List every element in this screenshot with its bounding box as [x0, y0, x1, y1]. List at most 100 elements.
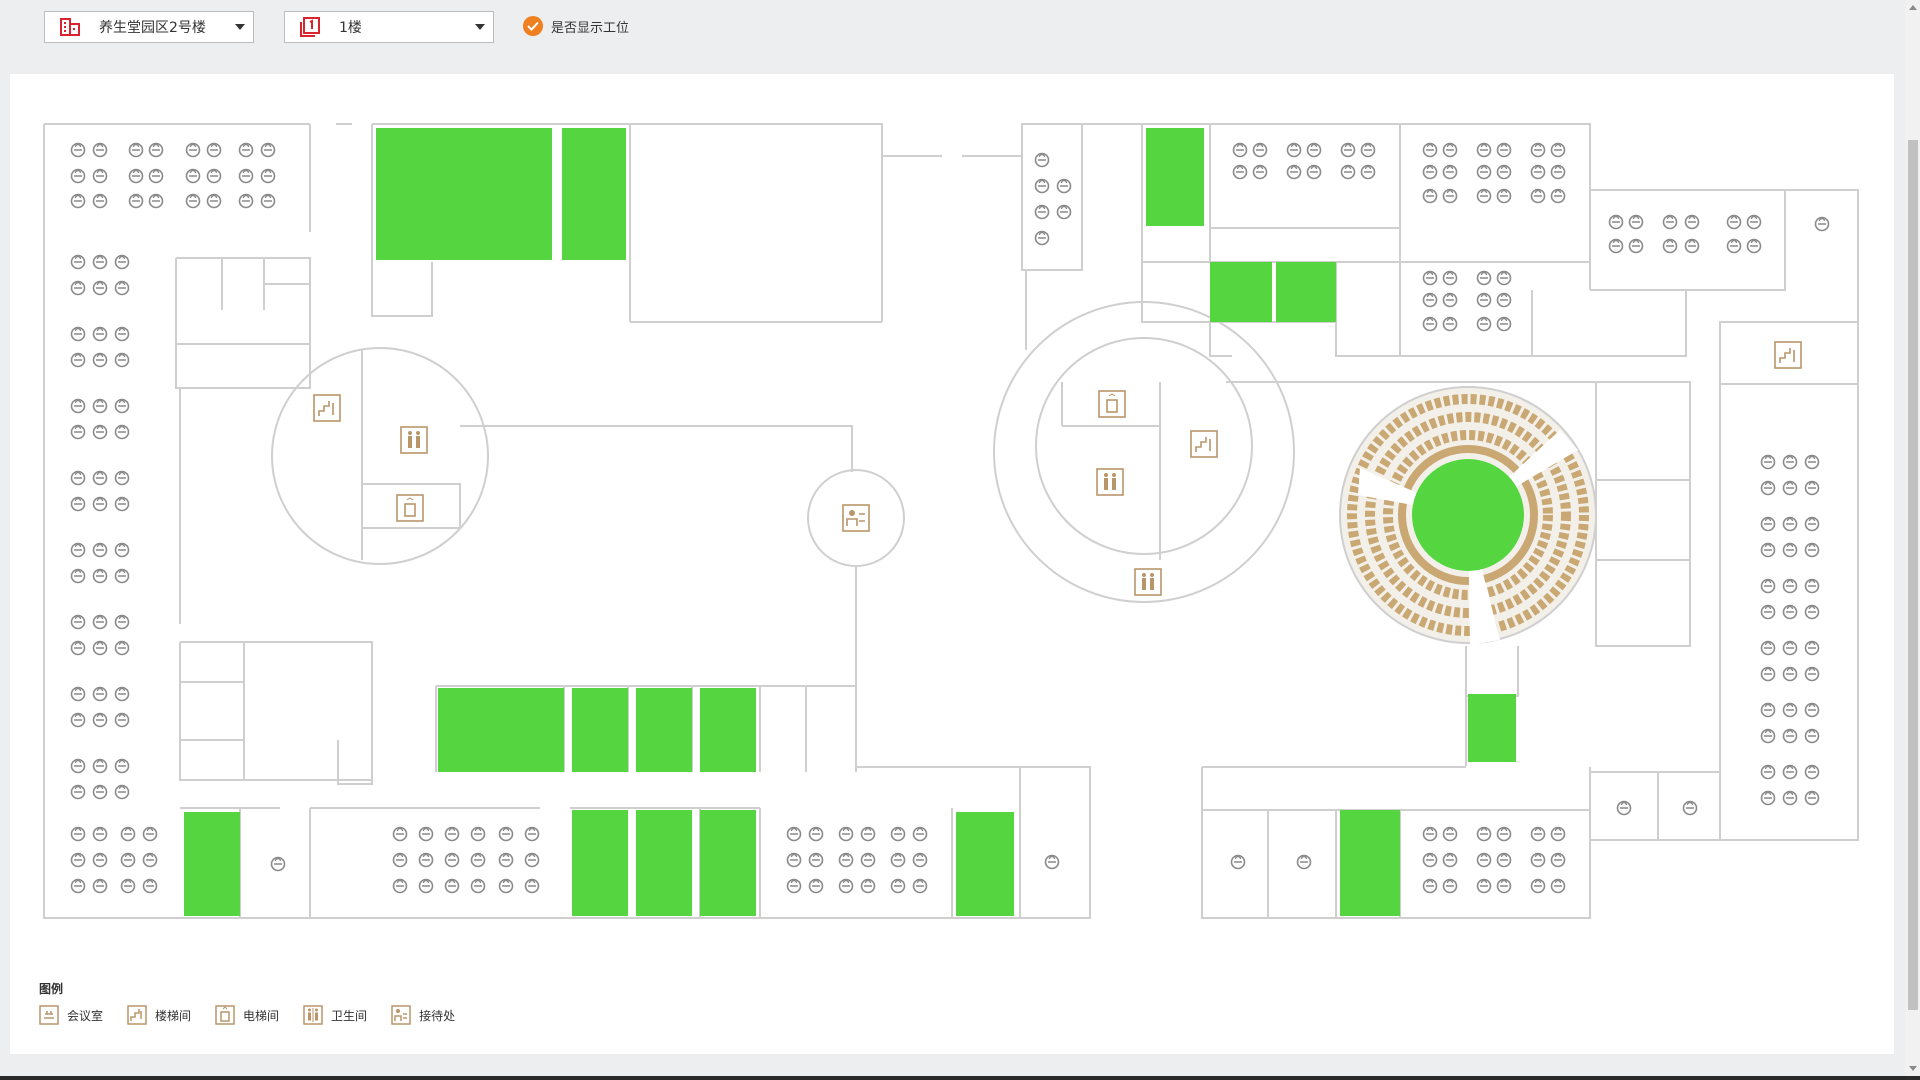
- meeting-room[interactable]: [184, 812, 240, 916]
- workstation-seat[interactable]: [238, 142, 254, 158]
- workstation-seat[interactable]: [92, 496, 108, 512]
- workstation-seat[interactable]: [1442, 270, 1458, 286]
- workstation-seat[interactable]: [524, 852, 540, 868]
- workstation-seat[interactable]: [1804, 728, 1820, 744]
- workstation-seat[interactable]: [838, 826, 854, 842]
- workstation-seat[interactable]: [1550, 188, 1566, 204]
- workstation-seat[interactable]: [92, 398, 108, 414]
- workstation-seat[interactable]: [1804, 790, 1820, 806]
- workstation-seat[interactable]: [92, 712, 108, 728]
- workstation-seat[interactable]: [1422, 852, 1438, 868]
- workstation-seat[interactable]: [114, 758, 130, 774]
- workstation-seat[interactable]: [498, 852, 514, 868]
- workstation-seat[interactable]: [1628, 214, 1644, 230]
- workstation-seat[interactable]: [860, 826, 876, 842]
- workstation-seat[interactable]: [1496, 316, 1512, 332]
- meeting-room[interactable]: [1468, 694, 1516, 762]
- workstation-seat[interactable]: [92, 640, 108, 656]
- workstation-seat[interactable]: [1550, 826, 1566, 842]
- workstation-seat[interactable]: [70, 424, 86, 440]
- workstation-seat[interactable]: [70, 826, 86, 842]
- workstation-seat[interactable]: [1476, 316, 1492, 332]
- workstation-seat[interactable]: [1608, 214, 1624, 230]
- workstation-seat[interactable]: [470, 852, 486, 868]
- workstation-seat[interactable]: [120, 852, 136, 868]
- workstation-seat[interactable]: [1360, 164, 1376, 180]
- stairs-icon[interactable]: [313, 394, 341, 422]
- workstation-seat[interactable]: [1034, 178, 1050, 194]
- scroll-down-icon[interactable]: [1909, 1066, 1917, 1071]
- workstation-seat[interactable]: [1760, 728, 1776, 744]
- workstation-seat[interactable]: [1422, 270, 1438, 286]
- workstation-seat[interactable]: [1760, 578, 1776, 594]
- workstation-seat[interactable]: [206, 142, 222, 158]
- workstation-seat[interactable]: [92, 470, 108, 486]
- workstation-seat[interactable]: [128, 142, 144, 158]
- workstation-seat[interactable]: [1782, 702, 1798, 718]
- workstation-seat[interactable]: [128, 193, 144, 209]
- workstation-seat[interactable]: [1530, 852, 1546, 868]
- workstation-seat[interactable]: [912, 826, 928, 842]
- workstation-seat[interactable]: [1782, 728, 1798, 744]
- meeting-room[interactable]: [562, 128, 626, 260]
- workstation-seat[interactable]: [1286, 142, 1302, 158]
- workstation-seat[interactable]: [120, 878, 136, 894]
- workstation-seat[interactable]: [1782, 480, 1798, 496]
- workstation-seat[interactable]: [392, 852, 408, 868]
- workstation-seat[interactable]: [70, 168, 86, 184]
- workstation-seat[interactable]: [1056, 178, 1072, 194]
- workstation-seat[interactable]: [1422, 292, 1438, 308]
- workstation-seat[interactable]: [860, 878, 876, 894]
- workstation-seat[interactable]: [260, 168, 276, 184]
- workstation-seat[interactable]: [1804, 542, 1820, 558]
- restroom-icon[interactable]: [400, 426, 428, 454]
- workstation-seat[interactable]: [142, 826, 158, 842]
- workstation-seat[interactable]: [1422, 188, 1438, 204]
- workstation-seat[interactable]: [114, 686, 130, 702]
- workstation-seat[interactable]: [1476, 164, 1492, 180]
- workstation-seat[interactable]: [392, 826, 408, 842]
- workstation-seat[interactable]: [890, 852, 906, 868]
- workstation-seat[interactable]: [1782, 764, 1798, 780]
- workstation-seat[interactable]: [70, 614, 86, 630]
- workstation-seat[interactable]: [114, 424, 130, 440]
- workstation-seat[interactable]: [70, 470, 86, 486]
- workstation-seat[interactable]: [92, 614, 108, 630]
- workstation-seat[interactable]: [70, 878, 86, 894]
- workstation-seat[interactable]: [92, 352, 108, 368]
- workstation-seat[interactable]: [114, 568, 130, 584]
- workstation-seat[interactable]: [1252, 164, 1268, 180]
- stairs-icon[interactable]: [1190, 430, 1218, 458]
- meeting-room[interactable]: [438, 688, 564, 772]
- workstation-seat[interactable]: [92, 168, 108, 184]
- workstation-seat[interactable]: [70, 193, 86, 209]
- workstation-seat[interactable]: [524, 878, 540, 894]
- workstation-seat[interactable]: [1608, 238, 1624, 254]
- workstation-seat[interactable]: [70, 712, 86, 728]
- elevator-icon[interactable]: [1098, 390, 1126, 418]
- workstation-seat[interactable]: [808, 878, 824, 894]
- workstation-seat[interactable]: [92, 878, 108, 894]
- restroom-icon[interactable]: [1134, 568, 1162, 596]
- workstation-seat[interactable]: [1804, 764, 1820, 780]
- workstation-seat[interactable]: [808, 852, 824, 868]
- workstation-seat[interactable]: [1804, 604, 1820, 620]
- workstation-seat[interactable]: [444, 878, 460, 894]
- workstation-seat[interactable]: [70, 326, 86, 342]
- workstation-seat[interactable]: [1442, 164, 1458, 180]
- workstation-seat[interactable]: [418, 878, 434, 894]
- workstation-seat[interactable]: [1232, 142, 1248, 158]
- workstation-seat[interactable]: [1760, 640, 1776, 656]
- workstation-seat[interactable]: [498, 826, 514, 842]
- workstation-seat[interactable]: [1496, 826, 1512, 842]
- workstation-seat[interactable]: [1804, 454, 1820, 470]
- workstation-seat[interactable]: [1760, 790, 1776, 806]
- meeting-room[interactable]: [1340, 810, 1400, 916]
- meeting-room[interactable]: [956, 812, 1014, 916]
- workstation-seat[interactable]: [470, 878, 486, 894]
- workstation-seat[interactable]: [1760, 454, 1776, 470]
- workstation-seat[interactable]: [142, 878, 158, 894]
- workstation-seat[interactable]: [1442, 826, 1458, 842]
- workstation-seat[interactable]: [238, 168, 254, 184]
- workstation-seat[interactable]: [260, 142, 276, 158]
